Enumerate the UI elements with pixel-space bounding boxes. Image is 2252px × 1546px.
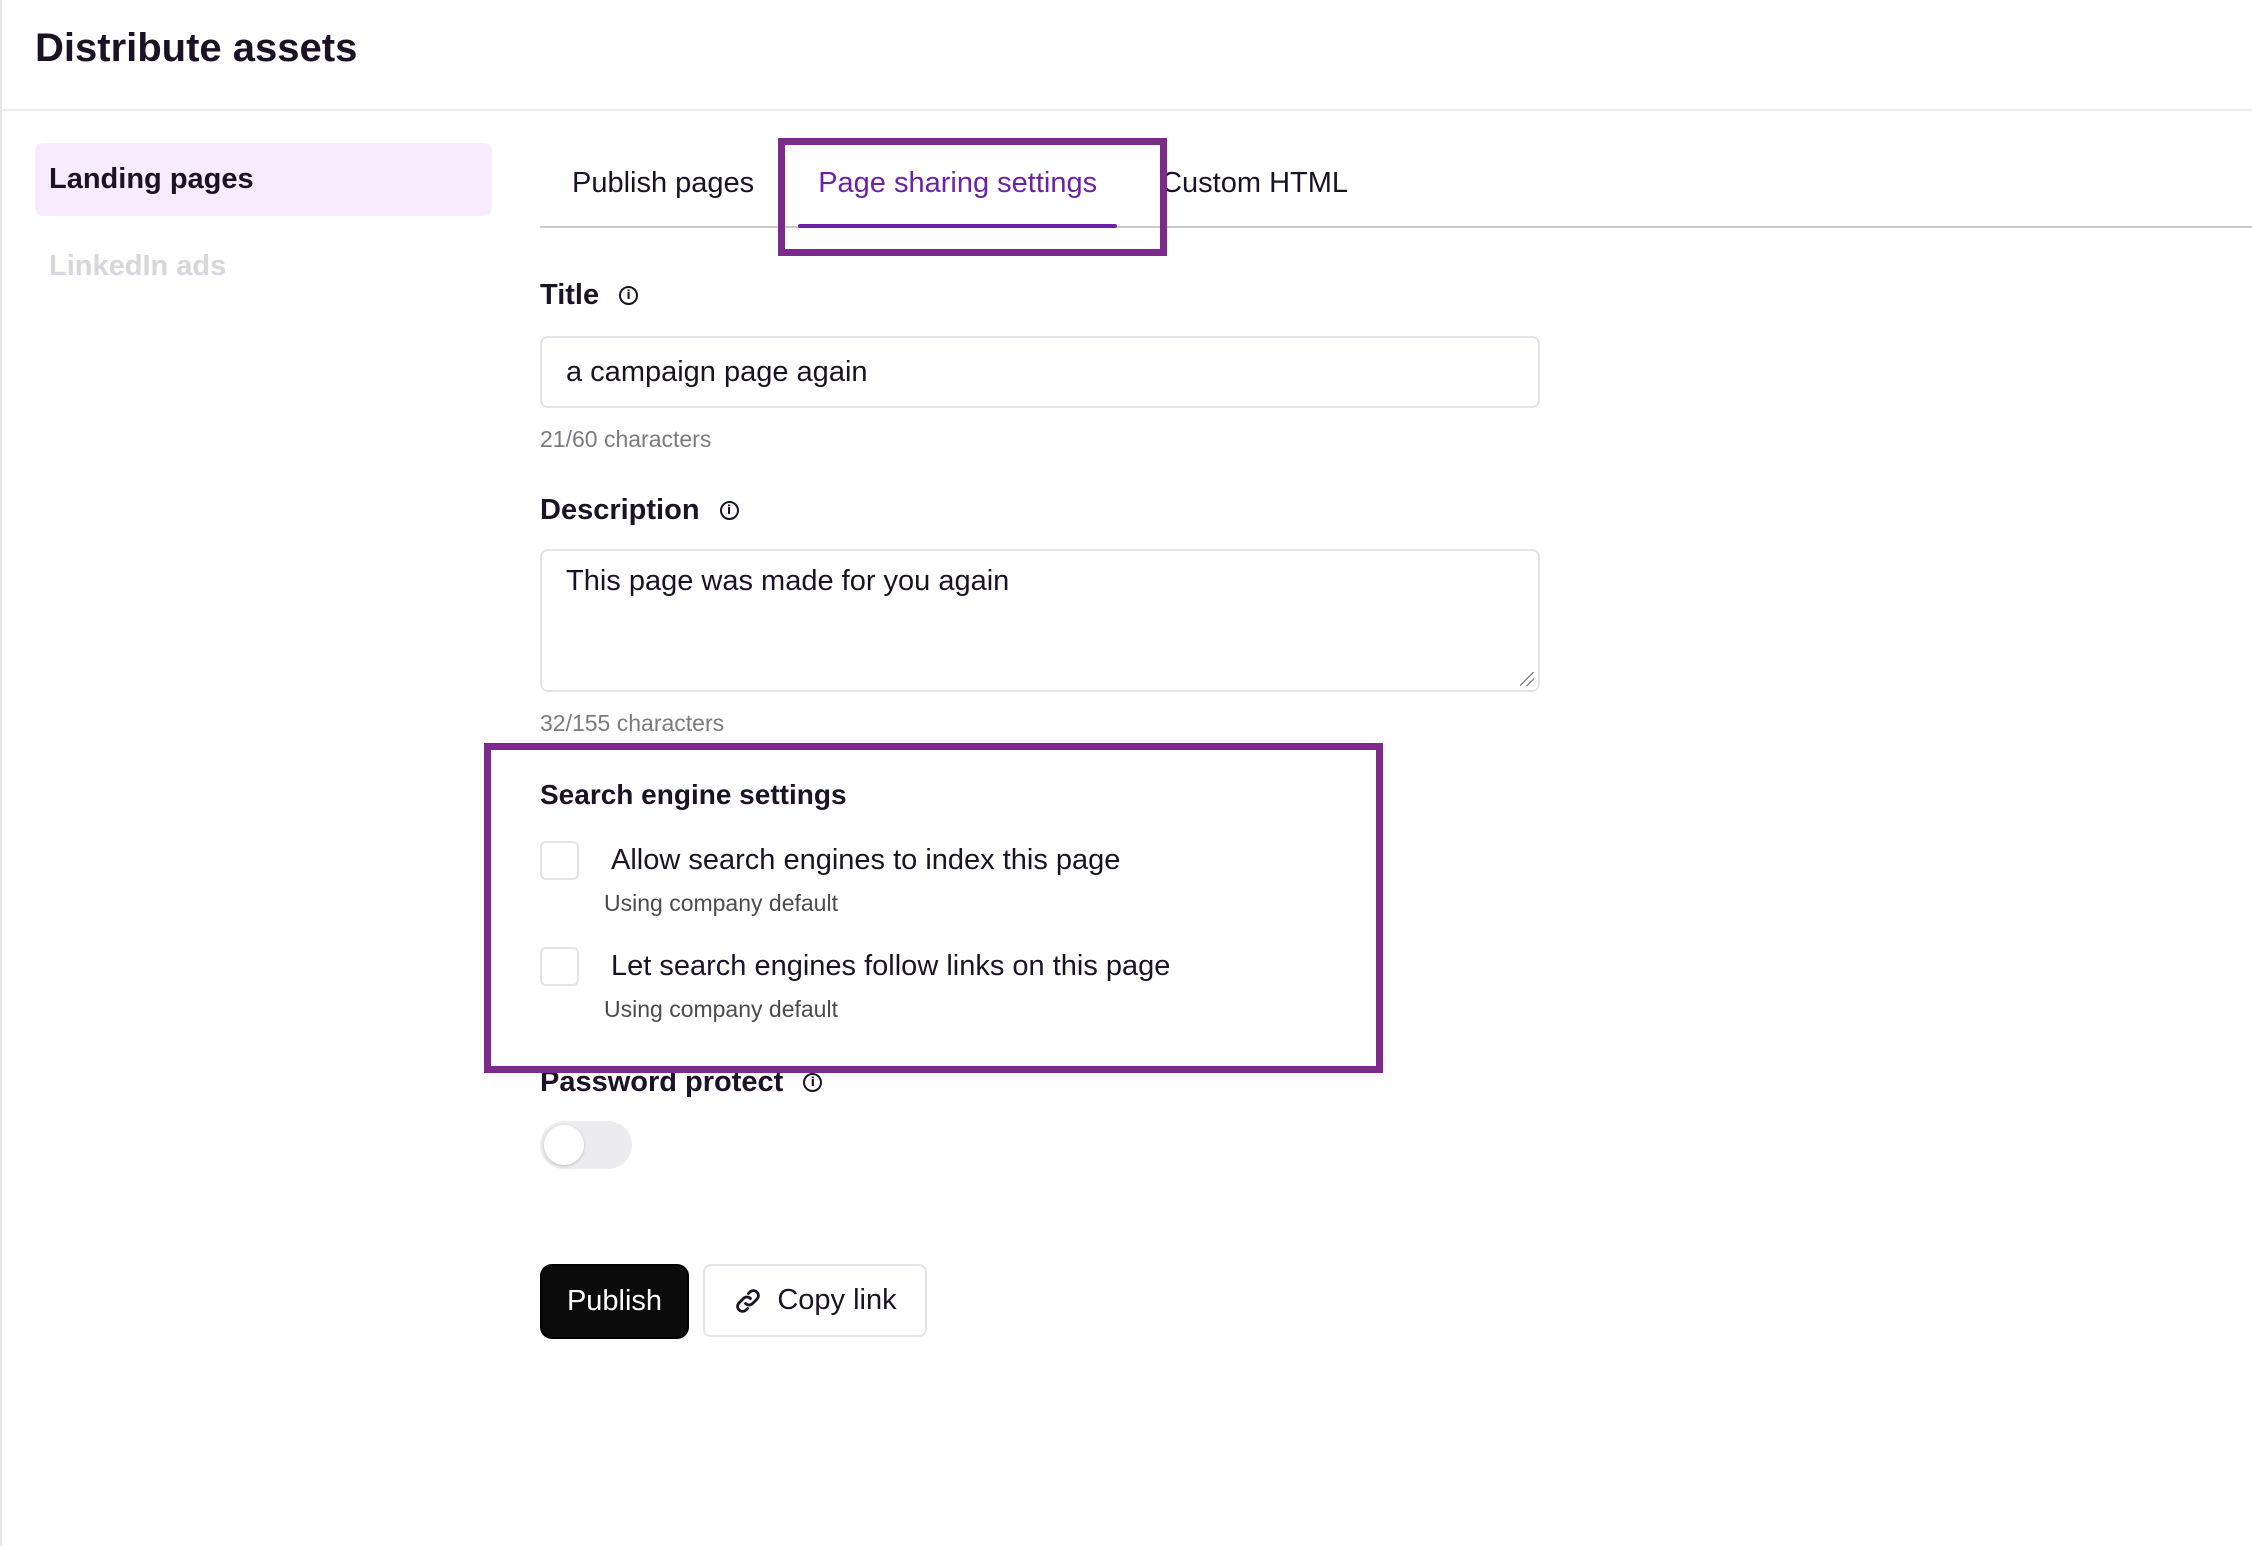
search-settings-highlight-annotation bbox=[484, 743, 1383, 1073]
title-input[interactable]: a campaign page again bbox=[540, 336, 1540, 408]
info-icon[interactable]: i bbox=[619, 285, 639, 305]
password-section: Password protect i bbox=[540, 1063, 1540, 1169]
action-bar: Publish Copy link bbox=[540, 1264, 1540, 1339]
toggle-knob bbox=[544, 1125, 584, 1165]
title-character-count: 21/60 characters bbox=[540, 426, 712, 452]
description-character-count: 32/155 characters bbox=[540, 710, 725, 736]
sidebar: Landing pages LinkedIn ads bbox=[35, 143, 492, 317]
info-icon[interactable]: i bbox=[803, 1072, 823, 1092]
password-toggle[interactable] bbox=[540, 1121, 632, 1169]
tab-highlight-annotation bbox=[778, 138, 1167, 256]
main-content: Publish pages Page sharing settings Cust… bbox=[484, 111, 2252, 1339]
copy-link-button[interactable]: Copy link bbox=[703, 1264, 927, 1337]
title-label-text: Title bbox=[540, 278, 600, 311]
description-section: Description i This page was made for you… bbox=[540, 491, 1540, 737]
resize-handle-icon[interactable] bbox=[1520, 672, 1534, 686]
sidebar-item-label: Landing pages bbox=[49, 163, 254, 195]
description-textarea[interactable]: This page was made for you again bbox=[540, 549, 1540, 692]
description-label: Description i bbox=[540, 491, 1540, 529]
copy-link-label: Copy link bbox=[777, 1284, 897, 1316]
tab-bar: Publish pages Page sharing settings Cust… bbox=[540, 111, 2252, 256]
title-input-value: a campaign page again bbox=[566, 355, 868, 388]
publish-button[interactable]: Publish bbox=[540, 1264, 689, 1339]
tab-publish-pages[interactable]: Publish pages bbox=[540, 167, 786, 226]
title-label: Title i bbox=[540, 276, 1540, 314]
info-icon[interactable]: i bbox=[719, 500, 739, 520]
sidebar-item-landing-pages[interactable]: Landing pages bbox=[35, 143, 492, 216]
page-title: Distribute assets bbox=[35, 26, 358, 70]
sidebar-item-label: LinkedIn ads bbox=[49, 250, 227, 282]
description-label-text: Description bbox=[540, 493, 700, 526]
page: Distribute assets Landing pages LinkedIn… bbox=[0, 0, 2252, 1546]
header: Distribute assets bbox=[2, 0, 2252, 111]
description-textarea-value: This page was made for you again bbox=[566, 565, 1010, 597]
link-icon bbox=[736, 1288, 761, 1313]
sidebar-item-linkedin-ads: LinkedIn ads bbox=[35, 230, 492, 303]
